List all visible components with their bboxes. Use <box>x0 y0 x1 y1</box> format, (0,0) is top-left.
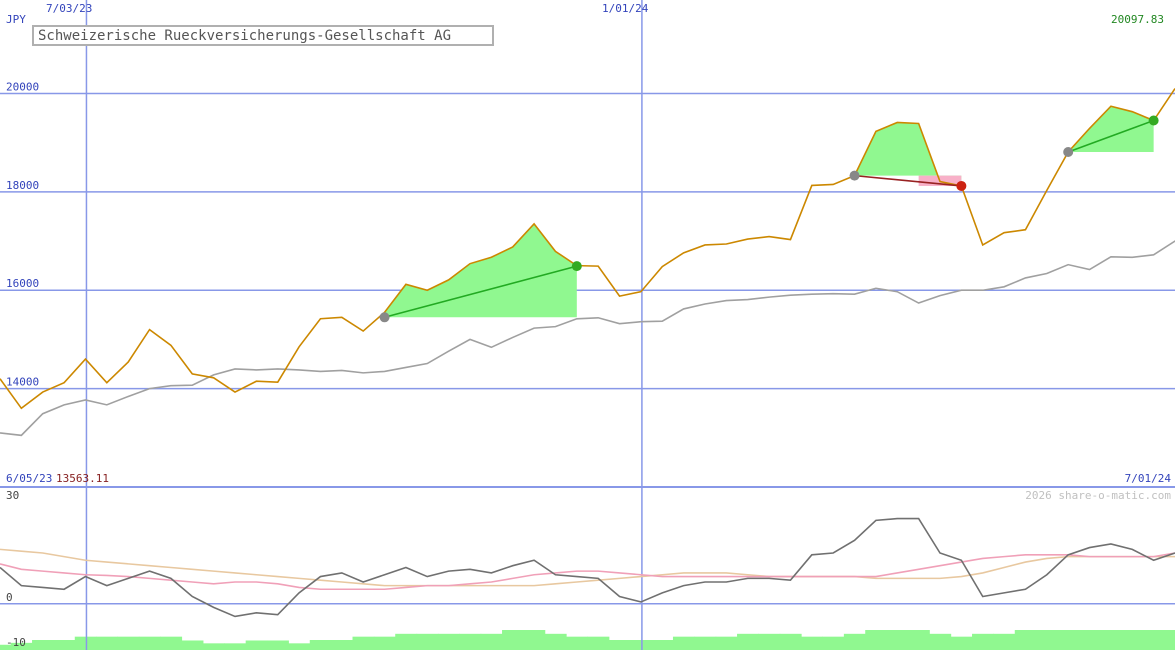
grid-lines: 20000 18000 16000 14000 30 0 -10 <box>0 0 1175 650</box>
chart-title-box: Schweizerische Rueckversicherungs-Gesell… <box>32 25 494 46</box>
volume-bar <box>480 633 503 650</box>
chart-title: Schweizerische Rueckversicherungs-Gesell… <box>38 28 452 44</box>
currency-label: JPY <box>6 13 26 26</box>
price-tick-label: 14000 <box>6 376 39 389</box>
indicator-series <box>0 517 1175 618</box>
date-label-top-2: 1/01/24 <box>602 2 649 15</box>
volume-bar <box>1057 630 1080 650</box>
volume-bar <box>886 630 909 650</box>
price-tick-label: 18000 <box>6 179 39 192</box>
volume-bar <box>117 636 140 650</box>
indicator-tick-label: 0 <box>6 591 13 604</box>
exit-marker <box>1148 115 1159 126</box>
volume-bar <box>608 640 631 650</box>
trade-highlights <box>384 106 1154 318</box>
volume-bar <box>1121 630 1144 650</box>
volume-bar <box>544 633 567 650</box>
volume-bar <box>502 630 524 650</box>
volume-bar <box>437 633 460 650</box>
last-value-label: 20097.83 <box>1111 13 1164 26</box>
entry-marker <box>1063 147 1074 158</box>
volume-bar <box>1142 630 1165 650</box>
trade-area <box>1068 106 1154 153</box>
volume-bar <box>1078 630 1101 650</box>
volume-bar <box>907 630 930 650</box>
volume-bar <box>950 636 973 650</box>
series-line <box>0 88 1175 410</box>
series-line <box>0 240 1175 437</box>
volume-bar <box>245 640 268 650</box>
volume-bar <box>138 636 161 650</box>
volume-bar <box>331 640 353 650</box>
volume-bar <box>843 633 866 650</box>
exit-marker <box>956 180 967 191</box>
volume-bar <box>1014 630 1037 650</box>
start-value-label: 13563.11 <box>56 472 109 485</box>
volume-bar <box>822 636 845 650</box>
volume-bar <box>373 636 396 650</box>
volume-bar <box>672 636 695 650</box>
volume-bar <box>1036 630 1058 650</box>
volume-bar <box>651 640 674 650</box>
volume-bar <box>737 633 759 650</box>
volume-bar <box>972 633 994 650</box>
volume-bar <box>288 643 311 650</box>
volume-bar <box>865 630 888 650</box>
exit-marker <box>571 261 582 272</box>
volume-bar <box>929 633 952 650</box>
price-series <box>0 88 1175 437</box>
price-tick-label: 16000 <box>6 277 39 290</box>
volume-bar <box>523 630 546 650</box>
price-chart: 20000 18000 16000 14000 30 0 -10 JPY 7/03/23 1… <box>0 0 1175 650</box>
trade-area <box>384 223 577 318</box>
volume-bar <box>96 636 118 650</box>
axis-labels: JPY 7/03/23 1/01/24 20097.83 6/05/23 135… <box>6 2 1171 502</box>
volume-bar <box>1100 630 1123 650</box>
volume-bar <box>694 636 717 650</box>
entry-marker <box>849 170 860 181</box>
price-tick-label: 20000 <box>6 80 39 93</box>
volume-bar <box>801 636 823 650</box>
volume-bar <box>715 636 738 650</box>
volume-bar <box>202 643 225 650</box>
volume-bar <box>758 633 781 650</box>
end-date-label: 7/01/24 <box>1125 472 1172 485</box>
volume-bar <box>1164 630 1175 650</box>
volume-bar <box>181 640 204 650</box>
volume-bar <box>993 633 1016 650</box>
watermark: 2026 share-o-matic.com <box>1025 489 1171 502</box>
indicator-tick-label: -10 <box>6 636 26 649</box>
volume-bar <box>779 633 802 650</box>
volume-bar <box>395 633 418 650</box>
volume-bar <box>416 633 439 650</box>
volume-bar <box>32 640 54 650</box>
volume-bar <box>224 643 247 650</box>
volume-bar <box>160 636 183 650</box>
volume-bar <box>267 640 289 650</box>
indicator-tick-label: 30 <box>6 489 19 502</box>
volume-bar <box>459 633 482 650</box>
volume-bar <box>566 636 588 650</box>
date-label-top-1: 7/03/23 <box>46 2 92 15</box>
entry-marker <box>379 312 390 323</box>
volume-bar <box>587 636 610 650</box>
volume-bar <box>53 640 76 650</box>
start-date-label: 6/05/23 <box>6 472 52 485</box>
volume-bars <box>0 630 1175 650</box>
volume-bar <box>309 640 332 650</box>
volume-bar <box>352 636 375 650</box>
